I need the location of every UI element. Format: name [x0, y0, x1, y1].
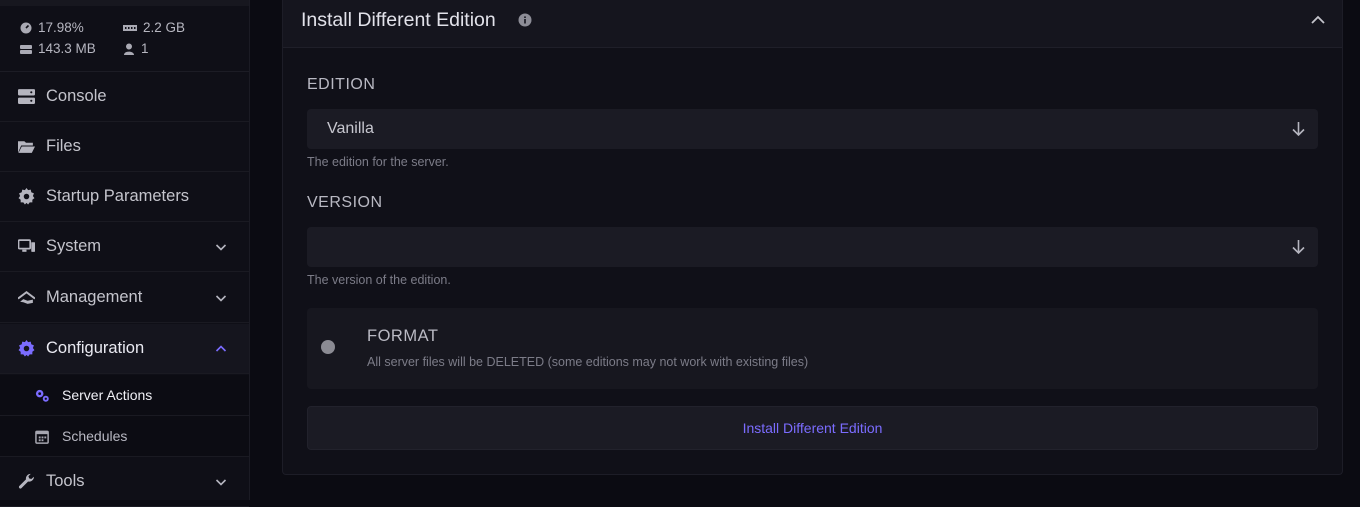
user-icon: [124, 43, 134, 55]
sidebar-item-management[interactable]: Management: [0, 273, 249, 323]
version-select[interactable]: [307, 227, 1318, 267]
format-description: All server files will be DELETED (some e…: [367, 355, 809, 369]
sidebar-item-system[interactable]: System: [0, 222, 249, 272]
wrench-icon: [18, 473, 35, 490]
server-stats: 17.98% 2.2 GB 143.3 MB 1: [0, 0, 249, 72]
sidebar: 17.98% 2.2 GB 143.3 MB 1 Console Files S…: [0, 0, 250, 507]
sidebar-item-label: Configuration: [46, 339, 145, 357]
edition-value: Vanilla: [327, 120, 374, 137]
gauge-icon: [20, 22, 32, 33]
hdd-icon: [20, 44, 32, 54]
version-label: VERSION: [307, 194, 383, 211]
tools-hand-icon: [18, 289, 35, 306]
chevron-down-icon: [215, 243, 227, 251]
server-icon: [18, 88, 35, 105]
sidebar-item-configuration[interactable]: Configuration: [0, 324, 249, 374]
calendar-icon: [35, 430, 49, 444]
sidebar-item-label: Management: [46, 288, 143, 306]
panel-header: Install Different Edition: [283, 0, 1342, 48]
sidebar-item-label: Console: [46, 87, 107, 105]
arrow-down-icon: [1292, 240, 1305, 255]
sidebar-item-label: Startup Parameters: [46, 187, 190, 205]
arrow-down-icon: [1292, 122, 1305, 137]
sidebar-item-startup-parameters[interactable]: Startup Parameters: [0, 172, 249, 222]
info-icon[interactable]: [518, 13, 532, 27]
chevron-up-icon: [215, 344, 227, 352]
memory-icon: [123, 24, 137, 31]
edition-select[interactable]: Vanilla: [307, 109, 1318, 149]
format-title: FORMAT: [367, 327, 439, 345]
players-value: 1: [141, 41, 149, 56]
disk-value: 143.3 MB: [38, 41, 96, 56]
gear-icon: [18, 340, 35, 357]
sidebar-subitem-server-actions[interactable]: Server Actions: [0, 375, 249, 416]
edition-help: The edition for the server.: [307, 155, 449, 169]
players-stat: 1: [123, 41, 149, 56]
sidebar-item-label: System: [46, 237, 102, 255]
install-edition-panel: Install Different Edition EDITION Vanill…: [282, 0, 1343, 475]
cpu-stat: 17.98%: [20, 20, 84, 35]
format-toggle[interactable]: [321, 340, 335, 354]
memory-value: 2.2 GB: [143, 20, 186, 35]
folder-open-icon: [18, 138, 35, 155]
sidebar-subitem-label: Server Actions: [62, 387, 153, 403]
sidebar-item-label: Files: [46, 137, 81, 155]
cpu-value: 17.98%: [38, 20, 84, 35]
chevron-down-icon: [215, 294, 227, 302]
format-option: FORMAT All server files will be DELETED …: [307, 308, 1318, 389]
sidebar-item-console[interactable]: Console: [0, 72, 249, 122]
disk-stat: 143.3 MB: [20, 41, 96, 56]
panel-title: Install Different Edition: [301, 9, 496, 31]
install-different-edition-button[interactable]: Install Different Edition: [307, 406, 1318, 450]
gear-icon: [18, 188, 35, 205]
version-help: The version of the edition.: [307, 273, 451, 287]
sidebar-item-label: Tools: [46, 472, 85, 490]
sidebar-item-files[interactable]: Files: [0, 122, 249, 172]
chevron-down-icon: [215, 478, 227, 486]
sidebar-subitem-schedules[interactable]: Schedules: [0, 416, 249, 457]
chevron-up-icon[interactable]: [1310, 12, 1326, 28]
edition-label: EDITION: [307, 76, 376, 93]
sidebar-subitem-label: Schedules: [62, 428, 128, 444]
memory-stat: 2.2 GB: [123, 20, 185, 35]
desktop-icon: [18, 238, 35, 255]
gears-icon: [35, 389, 49, 402]
